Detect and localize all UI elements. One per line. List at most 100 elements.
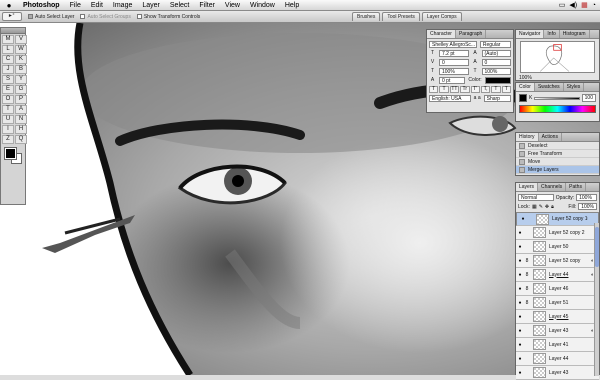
tab-actions[interactable]: Actions: [539, 133, 562, 141]
tab-info[interactable]: Info: [544, 30, 560, 38]
blend-mode-select[interactable]: Normal: [518, 194, 554, 201]
layer-name[interactable]: Layer 46: [549, 286, 591, 292]
tab-paragraph[interactable]: Paragraph: [456, 30, 487, 38]
tool-button[interactable]: A: [15, 105, 27, 114]
lock-position-icon[interactable]: ✥: [545, 204, 549, 210]
scroll-thumb[interactable]: [595, 227, 599, 267]
layer-row[interactable]: ● 8 Layer 52 copy ◐: [516, 254, 599, 268]
tool-button[interactable]: K: [15, 55, 27, 64]
lock-all-icon[interactable]: 🔒︎: [551, 204, 554, 210]
layer-row[interactable]: ● 8 Layer 44 ◐: [516, 268, 599, 282]
well-brushes[interactable]: Brushes: [352, 12, 381, 21]
history-item[interactable]: Merge Layers: [516, 166, 599, 174]
tab-character[interactable]: Character: [427, 30, 456, 38]
visibility-eye-icon[interactable]: ●: [516, 230, 524, 236]
layer-row[interactable]: ● Layer 44: [516, 352, 599, 366]
menu-edit[interactable]: Edit: [86, 2, 108, 9]
tab-navigator[interactable]: Navigator: [516, 30, 545, 38]
layer-name[interactable]: Layer 50: [549, 244, 591, 250]
tool-button[interactable]: U: [2, 115, 14, 124]
well-tool-presets[interactable]: Tool Presets: [382, 12, 420, 21]
layer-row[interactable]: ● Layer 52 copy 2: [516, 226, 599, 240]
menu-app-name[interactable]: Photoshop: [18, 2, 65, 9]
layer-name[interactable]: Layer 51: [549, 300, 591, 306]
menu-file[interactable]: File: [65, 2, 86, 9]
tab-paths[interactable]: Paths: [566, 183, 586, 191]
antialias-select[interactable]: Sharp: [483, 95, 511, 102]
lock-image-icon[interactable]: ✎: [539, 204, 543, 210]
layer-link-icon[interactable]: 8: [524, 272, 530, 278]
tool-button[interactable]: Y: [15, 75, 27, 84]
format-button[interactable]: T: [439, 86, 449, 93]
layer-name[interactable]: Layer 44: [549, 272, 591, 278]
layer-link-icon[interactable]: 8: [524, 258, 530, 264]
visibility-eye-icon[interactable]: ●: [516, 286, 524, 292]
tool-button[interactable]: T: [2, 105, 14, 114]
opacity-field[interactable]: 100%: [576, 194, 597, 201]
menu-layer[interactable]: Layer: [137, 2, 165, 9]
color-swatches[interactable]: [3, 147, 23, 167]
format-button[interactable]: T: [429, 86, 439, 93]
visibility-eye-icon[interactable]: ●: [519, 216, 527, 222]
visibility-eye-icon[interactable]: ●: [516, 328, 524, 334]
tool-button[interactable]: M: [2, 35, 14, 44]
navigator-thumbnail[interactable]: [520, 41, 595, 73]
well-layer-comps[interactable]: Layer Comps: [421, 12, 462, 21]
font-family-select[interactable]: Shelley AllegroSc...: [429, 41, 477, 48]
color-foreground-chip[interactable]: [519, 94, 527, 102]
apple-icon[interactable]: ●: [0, 1, 18, 10]
visibility-eye-icon[interactable]: ●: [516, 300, 524, 306]
layer-name[interactable]: Layer 52 copy 10: [552, 216, 588, 222]
layer-row[interactable]: ● Layer 52 copy 10: [516, 212, 599, 226]
layer-name[interactable]: Layer 43: [549, 328, 591, 334]
menu-image[interactable]: Image: [108, 2, 137, 9]
font-style-select[interactable]: Regular: [479, 41, 511, 48]
layers-scrollbar[interactable]: [594, 223, 599, 376]
menu-help[interactable]: Help: [280, 2, 304, 9]
baseline-field[interactable]: 0 pt: [439, 77, 466, 84]
fill-field[interactable]: 100%: [578, 203, 597, 210]
visibility-eye-icon[interactable]: ●: [516, 342, 524, 348]
layer-row[interactable]: ● 8 Layer 51: [516, 296, 599, 310]
menu-filter[interactable]: Filter: [194, 2, 220, 9]
format-button[interactable]: T': [470, 86, 480, 93]
tool-button[interactable]: H: [15, 125, 27, 134]
layer-name[interactable]: Layer 52 copy 2: [549, 230, 591, 236]
auto-select-layer-checkbox[interactable]: Auto Select Layer: [28, 14, 74, 20]
font-size-field[interactable]: 7.2 pt: [439, 50, 469, 57]
tab-styles[interactable]: Styles: [564, 83, 585, 91]
layer-row[interactable]: ● 8 Layer 46: [516, 282, 599, 296]
tool-button[interactable]: C: [2, 55, 14, 64]
display-icon[interactable]: ▭: [559, 1, 566, 9]
history-item[interactable]: Deselect: [516, 142, 599, 150]
menu-window[interactable]: Window: [245, 2, 280, 9]
tab-histogram[interactable]: Histogram: [560, 30, 590, 38]
color-spectrum[interactable]: [519, 105, 596, 113]
tab-swatches[interactable]: Swatches: [535, 83, 564, 91]
move-tool-preset-button[interactable]: ▸⁺: [2, 12, 22, 21]
tab-color[interactable]: Color: [516, 83, 535, 91]
tool-button[interactable]: E: [2, 85, 14, 94]
tool-button[interactable]: G: [15, 85, 27, 94]
format-button[interactable]: T: [501, 86, 511, 93]
tool-button[interactable]: S: [2, 75, 14, 84]
tool-button[interactable]: J: [2, 65, 14, 74]
tool-button[interactable]: L: [2, 45, 14, 54]
tab-layers[interactable]: Layers: [516, 183, 539, 191]
layer-row[interactable]: ● Layer 45: [516, 310, 599, 324]
layer-link-icon[interactable]: 8: [524, 300, 530, 306]
layer-name[interactable]: Layer 45: [549, 314, 591, 320]
layer-name[interactable]: Layer 41: [549, 342, 591, 348]
visibility-eye-icon[interactable]: ●: [516, 356, 524, 362]
visibility-eye-icon[interactable]: ●: [516, 258, 524, 264]
layer-link-icon[interactable]: 8: [524, 286, 530, 292]
tool-button[interactable]: N: [15, 115, 27, 124]
tool-button[interactable]: I: [2, 125, 14, 134]
history-item[interactable]: Free Transform: [516, 150, 599, 158]
layer-name[interactable]: Layer 44: [549, 356, 591, 362]
layer-name[interactable]: Layer 52 copy: [549, 258, 591, 264]
format-button[interactable]: TT: [449, 86, 460, 93]
layer-row[interactable]: ● Layer 41: [516, 338, 599, 352]
horizontal-scale-field[interactable]: 100%: [481, 68, 511, 75]
layer-row[interactable]: ● Layer 43: [516, 366, 599, 380]
